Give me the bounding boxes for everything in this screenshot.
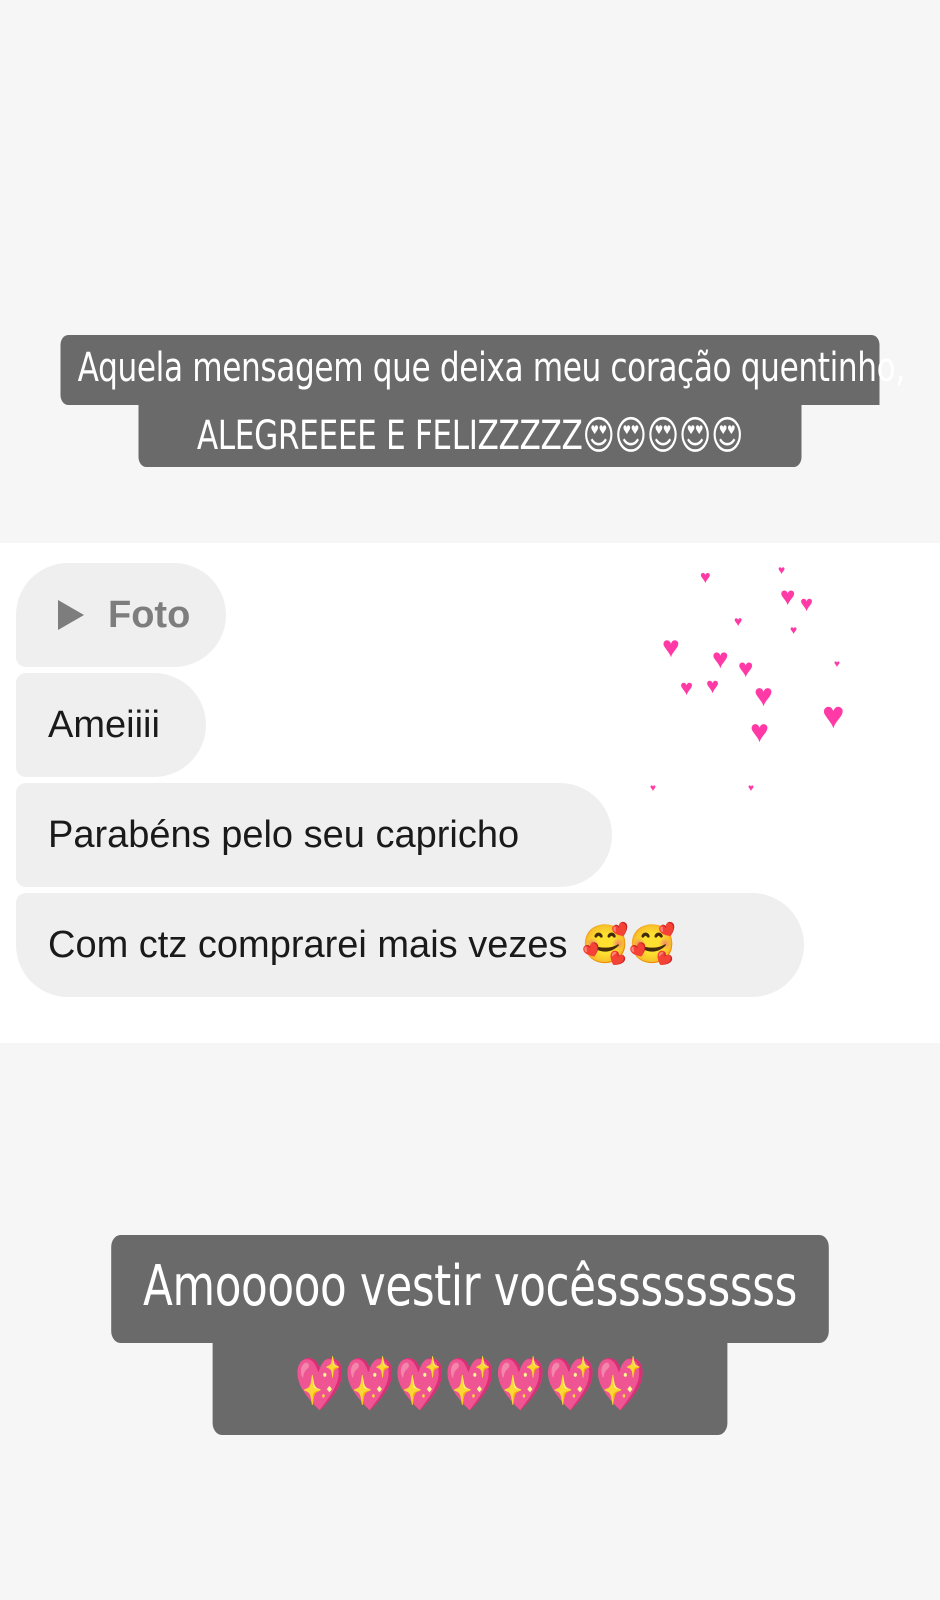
heart-icon: ♥ [662,631,680,664]
heart-icon: ♥ [712,643,729,674]
heart-icon: ♥ [822,695,845,737]
heart-icon: ♥ [700,567,711,587]
heart-icon: ♥ [748,783,754,794]
floating-hearts-sticker: ♥ ♥ ♥ ♥ ♥ ♥ ♥ ♥ ♥ ♥ ♥ ♥ ♥ ♥ ♥ ♥ ♥ [650,563,890,794]
heart-icon: ♥ [750,713,769,749]
story-caption-bottom: Amooooo vestir vocêsssssssss 💖💖💖💖💖💖💖 [0,1235,940,1435]
message-text: Com ctz comprarei mais vezes [48,923,568,966]
heart-icon: ♥ [734,613,743,629]
caption-top-line1: Aquela mensagem que deixa meu coração qu… [60,335,905,405]
message-text: Ameiiii [48,703,160,746]
heart-icon: ♥ [790,623,798,637]
photo-message-bubble[interactable]: Foto [16,563,226,667]
heart-icon: ♥ [738,653,754,683]
smiling-hearts-emoji: 🥰🥰 [581,924,677,966]
story-caption-top: Aquela mensagem que deixa meu coração qu… [0,335,940,467]
caption-bottom-line2: 💖💖💖💖💖💖💖 [212,1339,728,1435]
caption-bottom-line1: Amooooo vestir vocêsssssssss [111,1235,829,1343]
heart-icon: ♥ [650,783,656,794]
message-bubble-com-ctz: Com ctz comprarei mais vezes 🥰🥰 [16,893,804,997]
message-bubble-parabens: Parabéns pelo seu capricho [16,783,612,887]
heart-icon: ♥ [706,673,720,698]
photo-label: Foto [108,593,191,636]
caption-top-line2: ALEGREEEE E FELIZZZZZ😍😍😍😍😍 [138,403,802,467]
play-icon [58,600,84,630]
heart-icon: ♥ [834,659,840,670]
heart-icon: ♥ [754,677,773,713]
chat-screenshot: Foto Ameiiii Parabéns pelo seu capricho … [0,543,940,1043]
heart-icon: ♥ [680,675,694,700]
sparkling-heart-emojis: 💖💖💖💖💖💖💖 [294,1355,646,1415]
message-bubble-ameiii: Ameiiii [16,673,206,777]
heart-icon: ♥ [778,563,786,577]
heart-icon: ♥ [780,581,796,611]
message-text: Parabéns pelo seu capricho [48,813,520,856]
heart-icon: ♥ [800,591,814,616]
